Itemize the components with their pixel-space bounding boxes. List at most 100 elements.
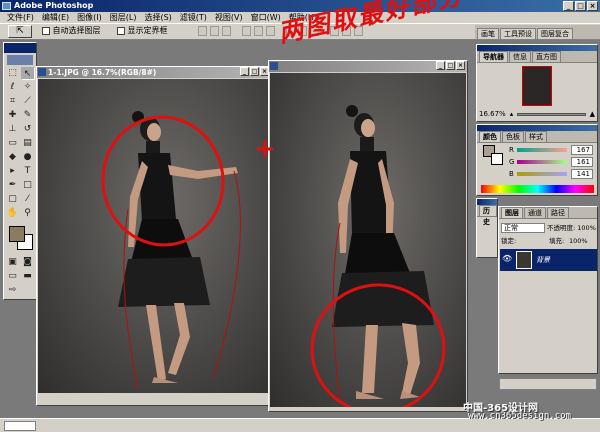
doc1-maximize-button[interactable]: □ — [250, 67, 259, 76]
eyedropper-tool-icon[interactable]: ⁄ — [21, 193, 35, 206]
document-1-photo[interactable] — [38, 79, 270, 393]
blur-tool-icon[interactable]: ◆ — [6, 151, 20, 164]
menu-image[interactable]: 图像(I) — [73, 12, 106, 23]
align-bottom-icon[interactable] — [222, 26, 231, 36]
type-tool-icon[interactable]: T — [21, 165, 35, 178]
palette-well-tab-layer-comps[interactable]: 图层复合 — [537, 28, 573, 39]
tab-swatches[interactable]: 色板 — [502, 131, 524, 142]
tab-color[interactable]: 颜色 — [479, 131, 501, 142]
blue-channel-slider[interactable] — [517, 172, 567, 176]
eye-icon[interactable]: 👁 — [502, 254, 512, 264]
menu-view[interactable]: 视图(V) — [211, 12, 247, 23]
align-hcenter-icon[interactable] — [254, 26, 263, 36]
color-background-swatch[interactable] — [491, 153, 503, 165]
tool-preset-picker[interactable]: ⇱ — [8, 25, 32, 38]
path-selection-tool-icon[interactable]: ▸ — [6, 165, 20, 178]
menu-edit[interactable]: 编辑(E) — [38, 12, 73, 23]
lasso-tool-icon[interactable]: ℓ — [6, 81, 20, 94]
blend-mode-select[interactable]: 正常 — [501, 223, 545, 233]
tab-history[interactable]: 历史 — [479, 205, 497, 226]
palette-well-tab-brushes[interactable]: 画笔 — [477, 28, 499, 39]
layer-name[interactable]: 背景 — [536, 249, 550, 271]
jump-to-imageready-icon[interactable]: ⇨ — [6, 284, 20, 297]
red-channel-row: R 167 — [509, 145, 595, 155]
pen-tool-icon[interactable]: ✒ — [6, 179, 20, 192]
red-channel-slider[interactable] — [517, 148, 567, 152]
quick-mask-mode-icon[interactable]: ◙ — [21, 256, 35, 269]
move-tool-icon[interactable]: ↖ — [20, 67, 35, 80]
tab-histogram[interactable]: 直方图 — [532, 51, 561, 62]
align-left-icon[interactable] — [242, 26, 251, 36]
blue-channel-row: B 141 — [509, 169, 595, 179]
slice-tool-icon[interactable]: ⟋ — [21, 95, 35, 108]
opacity-value[interactable]: 100% — [577, 224, 596, 232]
eraser-tool-icon[interactable]: ▭ — [6, 137, 20, 150]
navigator-thumbnail[interactable] — [522, 66, 552, 106]
maximize-button[interactable]: □ — [575, 1, 586, 11]
align-right-icon[interactable] — [266, 26, 275, 36]
layer-thumbnail — [516, 251, 532, 269]
tab-info[interactable]: 信息 — [509, 51, 531, 62]
show-bounds-option[interactable]: 显示定界框 — [117, 24, 168, 38]
minimize-button[interactable]: _ — [563, 1, 574, 11]
document-2-photo[interactable] — [270, 73, 466, 407]
menu-file[interactable]: 文件(F) — [3, 12, 38, 23]
doc1-minimize-button[interactable]: _ — [240, 67, 249, 76]
zoom-out-icon[interactable]: ▴ — [510, 109, 514, 119]
hand-tool-icon[interactable]: ✋ — [6, 207, 20, 220]
history-brush-tool-icon[interactable]: ↺ — [21, 123, 35, 136]
document-2-titlebar[interactable]: _ □ × — [269, 61, 467, 72]
blue-channel-value[interactable]: 141 — [571, 169, 593, 179]
tab-navigator[interactable]: 导航器 — [479, 51, 508, 62]
marquee-tool-icon[interactable]: ⬚ — [6, 67, 20, 80]
doc2-maximize-button[interactable]: □ — [446, 61, 455, 70]
photoshop-app-icon — [2, 2, 11, 10]
color-spectrum-bar[interactable] — [481, 185, 594, 193]
toolbox-titlebar[interactable] — [4, 43, 36, 53]
green-channel-slider[interactable] — [517, 160, 567, 164]
align-top-icon[interactable] — [198, 26, 207, 36]
healing-brush-tool-icon[interactable]: ✚ — [6, 109, 20, 122]
magic-wand-tool-icon[interactable]: ✧ — [21, 81, 35, 94]
tab-layers[interactable]: 图层 — [501, 207, 523, 218]
palette-well-tab-tool-presets[interactable]: 工具预设 — [500, 28, 536, 39]
navigator-zoom-value[interactable]: 16.67% — [479, 109, 506, 119]
layer-row-background[interactable]: 👁 背景 — [500, 249, 597, 271]
auto-select-option[interactable]: 自动选择图层 — [42, 24, 101, 38]
menu-filter[interactable]: 滤镜(T) — [176, 12, 211, 23]
align-vcenter-icon[interactable] — [210, 26, 219, 36]
tab-styles[interactable]: 样式 — [525, 131, 547, 142]
notes-tool-icon[interactable]: ▢ — [6, 193, 20, 206]
clone-stamp-tool-icon[interactable]: ⊥ — [6, 123, 20, 136]
tab-paths[interactable]: 路径 — [547, 207, 569, 218]
red-channel-value[interactable]: 167 — [571, 145, 593, 155]
doc2-close-button[interactable]: × — [456, 61, 465, 70]
zoom-tool-icon[interactable]: ⚲ — [21, 207, 35, 220]
crop-tool-icon[interactable]: ⌗ — [6, 95, 20, 108]
gradient-tool-icon[interactable]: ▤ — [21, 137, 35, 150]
shape-tool-icon[interactable]: □ — [21, 179, 35, 192]
photoshop-feather-logo[interactable] — [7, 55, 33, 65]
brush-tool-icon[interactable]: ✎ — [21, 109, 35, 122]
zoom-in-icon[interactable]: ▲ — [590, 109, 595, 119]
auto-select-checkbox[interactable] — [42, 26, 50, 35]
menu-select[interactable]: 选择(S) — [140, 12, 175, 23]
dodge-tool-icon[interactable]: ● — [21, 151, 35, 164]
navigator-zoom-slider[interactable] — [517, 112, 586, 116]
fill-label: 填充: — [549, 237, 565, 245]
status-zoom-field[interactable] — [4, 421, 36, 431]
navigator-panel: 导航器 信息 直方图 16.67% ▴ ▲ — [476, 44, 598, 122]
tab-channels[interactable]: 通道 — [524, 207, 546, 218]
foreground-color-swatch[interactable] — [9, 226, 25, 242]
green-channel-value[interactable]: 161 — [571, 157, 593, 167]
fill-value[interactable]: 100% — [569, 236, 588, 246]
menu-layer[interactable]: 图层(L) — [106, 12, 141, 23]
show-bounds-checkbox[interactable] — [117, 26, 125, 35]
document-1-titlebar[interactable]: 1-1.JPG @ 16.7%(RGB/8#) _ □ × — [37, 67, 271, 78]
doc2-minimize-button[interactable]: _ — [436, 61, 445, 70]
green-channel-row: G 161 — [509, 157, 595, 167]
screen-mode-full-icon[interactable]: ▬ — [21, 270, 35, 283]
close-button[interactable]: × — [587, 1, 598, 11]
standard-mode-icon[interactable]: ▣ — [6, 256, 20, 269]
screen-mode-standard-icon[interactable]: ▭ — [6, 270, 20, 283]
